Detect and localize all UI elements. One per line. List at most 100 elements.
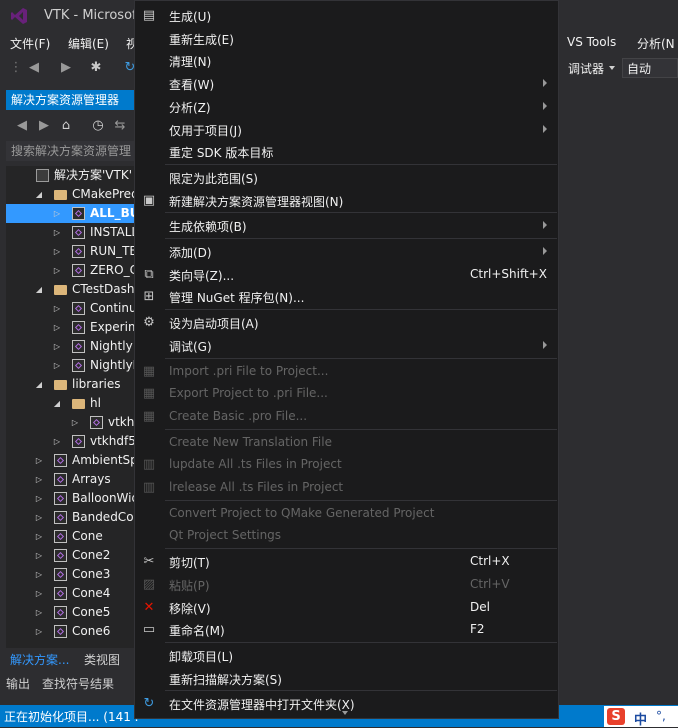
expanded-arrow-icon[interactable]: ◢	[34, 375, 44, 394]
tree-node[interactable]: ▷ Nightly	[6, 337, 134, 356]
tree-node[interactable]: ▷ BalloonWidg	[6, 489, 134, 508]
menu-file[interactable]: 文件(F)	[10, 35, 50, 52]
sync-icon[interactable]: ⇆	[112, 118, 128, 134]
menu-item[interactable]: ✂ 剪切(T) Ctrl+X	[135, 550, 558, 573]
menu-item[interactable]: ▨ 粘贴(P) Ctrl+V	[135, 573, 558, 596]
tab-class-view[interactable]: 类视图	[80, 650, 124, 670]
tree-node[interactable]: ◢ CMakePrede	[6, 185, 134, 204]
menu-item[interactable]: ▥ lupdate All .ts Files in Project	[135, 453, 558, 476]
tree-node[interactable]: ▷ NightlyMe	[6, 356, 134, 375]
menu-item[interactable]: 添加(D)	[135, 240, 558, 263]
menu-item[interactable]: 重定 SDK 版本目标	[135, 140, 558, 163]
collapsed-arrow-icon[interactable]: ▷	[52, 337, 62, 356]
tree-node[interactable]: ◢ hl	[6, 394, 134, 413]
menu-item[interactable]: ▦ Create Basic .pro File...	[135, 405, 558, 428]
collapsed-arrow-icon[interactable]: ▷	[34, 565, 44, 584]
new-project-icon[interactable]: ✱	[88, 60, 104, 76]
tree-node[interactable]: ▷ vtkhdf5	[6, 432, 134, 451]
expanded-arrow-icon[interactable]: ◢	[52, 394, 62, 413]
tree-node[interactable]: ▷ Continuou	[6, 299, 134, 318]
tab-find-symbol-results[interactable]: 查找符号结果	[38, 674, 118, 694]
collapsed-arrow-icon[interactable]: ▷	[52, 223, 62, 242]
collapsed-arrow-icon[interactable]: ▷	[34, 470, 44, 489]
menu-item[interactable]: ▦ Import .pri File to Project...	[135, 360, 558, 383]
collapsed-arrow-icon[interactable]: ▷	[52, 261, 62, 280]
home-icon[interactable]: ⌂	[58, 118, 74, 134]
history-icon[interactable]: ◷	[90, 118, 106, 134]
debugger-dropdown-arrow-icon[interactable]	[609, 66, 615, 70]
back-icon[interactable]: ◀	[14, 118, 30, 134]
tree-node[interactable]: ▷ INSTALL	[6, 223, 134, 242]
menu-item[interactable]: ▥ lrelease All .ts Files in Project	[135, 476, 558, 499]
menu-item[interactable]: 查看(W)	[135, 72, 558, 95]
menu-item[interactable]: Create New Translation File	[135, 431, 558, 454]
tree-node[interactable]: ▷ BandedConto	[6, 508, 134, 527]
tree-node[interactable]: ◢ CTestDashbo	[6, 280, 134, 299]
menu-item[interactable]: ↻ 在文件资源管理器中打开文件夹(X)	[135, 692, 558, 715]
menu-item[interactable]: 调试(G)	[135, 334, 558, 357]
menu-edit[interactable]: 编辑(E)	[68, 35, 109, 52]
menu-analyze[interactable]: 分析(N	[637, 35, 675, 52]
menu-item[interactable]: ⊞ 管理 NuGet 程序包(N)...	[135, 285, 558, 308]
menu-item[interactable]: 卸载项目(L)	[135, 644, 558, 667]
back-icon[interactable]: ◀	[26, 60, 42, 76]
tree-node[interactable]: ▷ Arrays	[6, 470, 134, 489]
menu-item[interactable]: ⧉ 类向导(Z)... Ctrl+Shift+X	[135, 263, 558, 286]
collapsed-arrow-icon[interactable]: ▷	[34, 603, 44, 622]
menu-item[interactable]: Convert Project to QMake Generated Proje…	[135, 502, 558, 525]
tree-node[interactable]: ▷ Cone	[6, 527, 134, 546]
collapsed-arrow-icon[interactable]: ▷	[52, 356, 62, 375]
collapsed-arrow-icon[interactable]: ▷	[52, 242, 62, 261]
collapsed-arrow-icon[interactable]: ▷	[52, 299, 62, 318]
menu-vs-tools[interactable]: VS Tools	[567, 35, 616, 49]
sogou-logo-icon[interactable]: S	[607, 708, 625, 725]
config-dropdown[interactable]: 自动	[622, 58, 678, 78]
tree-node[interactable]: ▷ Cone4	[6, 584, 134, 603]
menu-item[interactable]: ▣ 新建解决方案资源管理器视图(N)	[135, 189, 558, 212]
tab-output[interactable]: 输出	[2, 674, 34, 694]
menu-item[interactable]: 清理(N)	[135, 49, 558, 72]
tree-node[interactable]: ▷ Cone6	[6, 622, 134, 641]
menu-item[interactable]: ▦ Export Project to .pri File...	[135, 382, 558, 405]
tree-node[interactable]: 解决方案'VTK' (2	[6, 166, 134, 185]
tree-node[interactable]: ▷ AmbientSphe	[6, 451, 134, 470]
collapsed-arrow-icon[interactable]: ▷	[34, 622, 44, 641]
tree-node[interactable]: ▷ ALL_BUIL	[6, 204, 134, 223]
tree-node[interactable]: ▷ Cone3	[6, 565, 134, 584]
tree-node[interactable]: ▷ Cone5	[6, 603, 134, 622]
menu-item[interactable]: 重新生成(E)	[135, 27, 558, 50]
menu-item[interactable]: ▭ 重命名(M) F2	[135, 618, 558, 641]
tree-node[interactable]: ▷ ZERO_CHI	[6, 261, 134, 280]
collapsed-arrow-icon[interactable]: ▷	[34, 527, 44, 546]
tree-node[interactable]: ▷ Cone2	[6, 546, 134, 565]
menu-item[interactable]: ⚙ 设为启动项目(A)	[135, 311, 558, 334]
collapsed-arrow-icon[interactable]: ▷	[52, 432, 62, 451]
menu-item[interactable]: 生成依赖项(B)	[135, 214, 558, 237]
tab-solution-explorer[interactable]: 解决方案...	[6, 650, 73, 670]
menu-item[interactable]: Qt Project Settings	[135, 524, 558, 547]
collapsed-arrow-icon[interactable]: ▷	[52, 204, 62, 223]
debugger-label[interactable]: 调试器	[568, 60, 604, 77]
expanded-arrow-icon[interactable]: ◢	[34, 280, 44, 299]
menu-item[interactable]: 分析(Z)	[135, 95, 558, 118]
tree-node[interactable]: ▷ RUN_TEST	[6, 242, 134, 261]
ime-toolbar[interactable]: S 中 °,	[604, 706, 678, 728]
solution-explorer-title[interactable]: 解决方案资源管理器	[6, 90, 134, 110]
collapsed-arrow-icon[interactable]: ▷	[70, 413, 80, 432]
ime-mode[interactable]: 中	[634, 709, 647, 728]
tree-node[interactable]: ◢ libraries	[6, 375, 134, 394]
menu-item[interactable]: 重新扫描解决方案(S)	[135, 667, 558, 690]
collapsed-arrow-icon[interactable]: ▷	[34, 584, 44, 603]
tree-node[interactable]: ▷ Experimen	[6, 318, 134, 337]
ime-punctuation[interactable]: °,	[656, 709, 666, 723]
collapsed-arrow-icon[interactable]: ▷	[34, 489, 44, 508]
expanded-arrow-icon[interactable]: ◢	[34, 185, 44, 204]
collapsed-arrow-icon[interactable]: ▷	[34, 451, 44, 470]
menu-item[interactable]: ▤ 生成(U)	[135, 4, 558, 27]
menu-item[interactable]: 仅用于项目(J)	[135, 118, 558, 141]
collapsed-arrow-icon[interactable]: ▷	[52, 318, 62, 337]
collapsed-arrow-icon[interactable]: ▷	[34, 508, 44, 527]
forward-icon[interactable]: ▶	[58, 60, 74, 76]
forward-icon[interactable]: ▶	[36, 118, 52, 134]
menu-item[interactable]: ✕ 移除(V) Del	[135, 596, 558, 619]
